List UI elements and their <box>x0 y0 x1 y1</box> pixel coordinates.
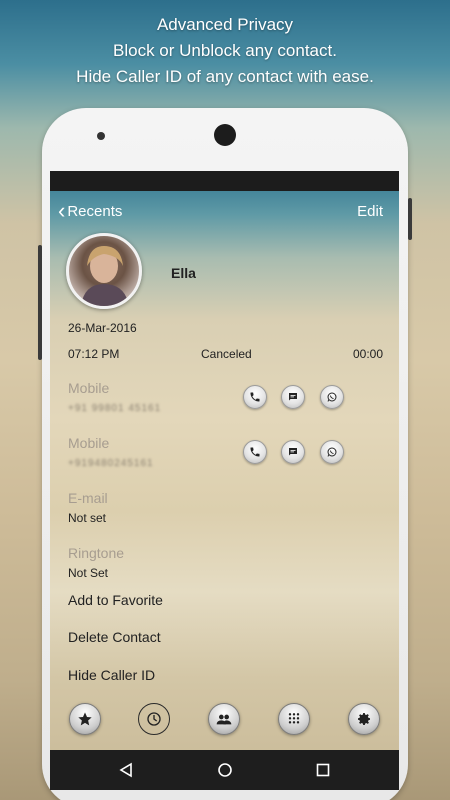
call-button-1[interactable] <box>243 385 267 409</box>
contacts-icon <box>216 714 232 725</box>
tab-contacts[interactable] <box>208 703 240 735</box>
system-nav-bar <box>50 750 399 790</box>
mobile-label-1: Mobile <box>68 380 110 396</box>
contact-name: Ella <box>171 265 196 281</box>
recents-square-icon[interactable] <box>315 762 331 778</box>
tab-settings[interactable] <box>348 703 380 735</box>
home-circle-icon[interactable] <box>217 762 233 778</box>
bottom-tab-bar <box>50 699 399 739</box>
mobile-number-2[interactable]: +919480245161 <box>68 458 154 469</box>
email-label: E-mail <box>68 490 108 506</box>
message-button-1[interactable] <box>281 385 305 409</box>
clock-icon <box>147 712 161 726</box>
star-icon <box>78 712 92 726</box>
call-time: 07:12 PM <box>68 347 120 361</box>
whatsapp-button-1[interactable] <box>320 385 344 409</box>
tab-dialpad[interactable] <box>278 703 310 735</box>
front-camera <box>214 124 236 146</box>
status-bar <box>50 171 399 191</box>
whatsapp-icon <box>327 392 337 402</box>
tab-favorites[interactable] <box>69 703 101 735</box>
mobile-label-2: Mobile <box>68 435 110 451</box>
ringtone-label: Ringtone <box>68 545 125 561</box>
call-button-2[interactable] <box>243 440 267 464</box>
whatsapp-button-2[interactable] <box>320 440 344 464</box>
whatsapp-icon <box>327 447 337 457</box>
call-duration: 00:00 <box>352 347 383 361</box>
phone-icon <box>250 447 260 457</box>
message-button-2[interactable] <box>281 440 305 464</box>
call-date: 26-Mar-2016 <box>68 321 137 335</box>
hide-caller-id-button[interactable]: Hide Caller ID <box>68 667 155 683</box>
back-button[interactable]: ‹ Recents <box>58 198 123 223</box>
top-bar: ‹ Recents Edit <box>50 198 399 225</box>
promo-header: Advanced Privacy Block or Unblock any co… <box>0 12 450 90</box>
mobile-number-1[interactable]: +91 99801 45161 <box>68 403 161 414</box>
add-to-favorite-button[interactable]: Add to Favorite <box>68 592 163 608</box>
chevron-left-icon: ‹ <box>58 198 66 223</box>
phone-screen: ‹ Recents Edit Ella 26-Mar-2016 07:12 PM… <box>50 171 399 790</box>
dialpad-icon <box>288 713 300 724</box>
power-button <box>408 198 412 240</box>
delete-contact-button[interactable]: Delete Contact <box>68 629 161 645</box>
edit-button[interactable]: Edit <box>357 203 383 220</box>
message-icon <box>289 448 297 456</box>
ringtone-value[interactable]: Not Set <box>68 566 108 580</box>
message-icon <box>289 393 297 401</box>
back-triangle-icon[interactable] <box>118 762 134 778</box>
proximity-sensor <box>97 132 105 140</box>
promo-line-2: Hide Caller ID of any contact with ease. <box>76 67 374 86</box>
promo-title: Advanced Privacy <box>156 15 294 34</box>
email-value: Not set <box>68 511 107 525</box>
call-status: Canceled <box>201 347 252 361</box>
volume-button <box>38 245 42 360</box>
back-label: Recents <box>67 202 123 220</box>
promo-line-1: Block or Unblock any contact. <box>113 41 337 60</box>
gear-icon <box>358 713 370 725</box>
tab-recents[interactable] <box>138 703 170 735</box>
phone-icon <box>250 392 260 402</box>
avatar <box>66 233 142 309</box>
